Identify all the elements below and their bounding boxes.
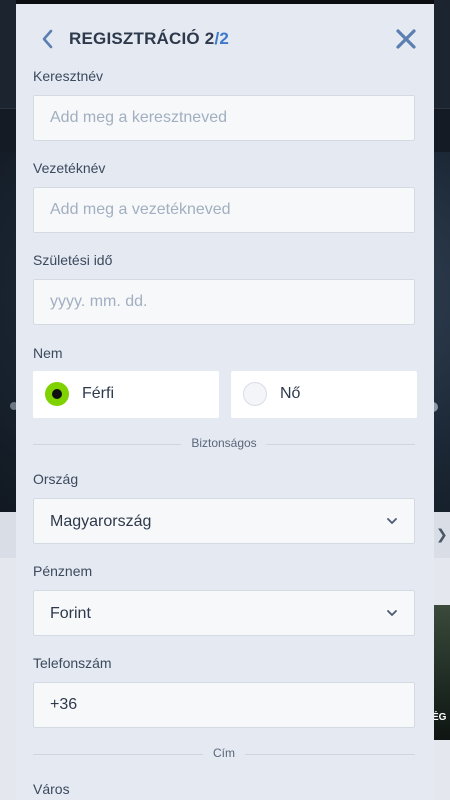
close-button[interactable]: [394, 26, 418, 52]
currency-select[interactable]: Forint: [33, 590, 415, 636]
security-divider-label: Biztonságos: [181, 436, 267, 450]
modal-top-bar: [16, 0, 434, 4]
last-name-label: Vezetéknév: [33, 160, 106, 176]
gender-option-male[interactable]: Férfi: [33, 371, 219, 418]
registration-modal: REGISZTRÁCIÓ 2/2 Keresztnév Vezetéknév S…: [16, 0, 434, 800]
birth-date-input[interactable]: [33, 279, 415, 325]
phone-input[interactable]: [33, 682, 415, 728]
last-name-input[interactable]: [33, 187, 415, 233]
currency-label: Pénznem: [33, 563, 93, 579]
country-select[interactable]: Magyarország: [33, 498, 415, 544]
first-name-label: Keresztnév: [33, 68, 104, 84]
background-arrow-icon: ❯: [436, 526, 448, 542]
currency-value: Forint: [50, 605, 91, 622]
gender-label: Nem: [33, 345, 63, 361]
page-title: REGISZTRÁCIÓ 2/2: [69, 29, 229, 49]
chevron-down-icon: [387, 610, 397, 616]
gender-option-female[interactable]: Nő: [231, 371, 417, 418]
address-divider: Cím: [33, 744, 415, 764]
city-label: Város: [33, 781, 70, 797]
back-button[interactable]: [36, 26, 60, 52]
gender-option-label: Nő: [280, 385, 301, 402]
phone-label: Telefonszám: [33, 655, 112, 671]
address-divider-label: Cím: [203, 746, 245, 760]
modal-header: REGISZTRÁCIÓ 2/2: [16, 14, 434, 64]
title-step: /2: [214, 29, 230, 48]
radio-unselected-icon: [243, 382, 267, 406]
security-divider: Biztonságos: [33, 434, 415, 454]
birth-date-label: Születési idő: [33, 252, 113, 268]
title-text: REGISZTRÁCIÓ 2: [69, 29, 215, 48]
first-name-input[interactable]: [33, 95, 415, 141]
close-icon: [396, 29, 416, 49]
chevron-left-icon: [42, 29, 53, 49]
background-card-text: ÉG: [432, 712, 447, 723]
country-value: Magyarország: [50, 513, 152, 530]
radio-selected-icon: [45, 382, 69, 406]
chevron-down-icon: [387, 518, 397, 524]
country-label: Ország: [33, 471, 79, 487]
gender-option-label: Férfi: [82, 385, 114, 402]
